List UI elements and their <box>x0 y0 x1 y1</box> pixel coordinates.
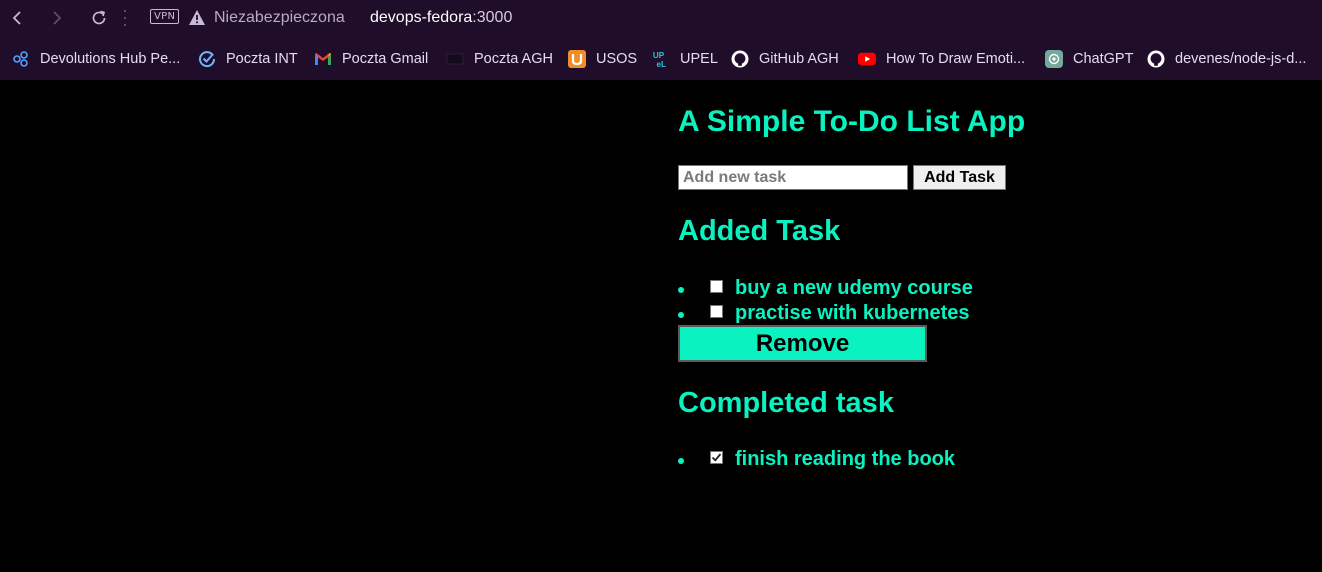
bookmark-poczta-gmail[interactable]: Poczta Gmail <box>314 50 428 68</box>
bookmark-devenes-repo[interactable]: devenes/node-js-d... <box>1147 50 1306 68</box>
back-button[interactable] <box>6 7 28 29</box>
gmail-icon <box>314 50 332 68</box>
add-task-button[interactable]: Add Task <box>913 165 1006 190</box>
browser-toolbar: VPN Niezabezpieczona devops-fedora:3000 <box>0 0 1322 38</box>
bookmark-devolutions[interactable]: Devolutions Hub Pe... <box>12 50 180 68</box>
forward-button[interactable] <box>46 7 68 29</box>
completed-task-heading: Completed task <box>678 387 894 419</box>
task-text: buy a new udemy course <box>735 277 973 299</box>
remove-button[interactable]: Remove <box>678 325 927 362</box>
list-item: finish reading the book <box>678 447 955 471</box>
chatgpt-icon <box>1045 50 1063 68</box>
bookmarks-bar: Devolutions Hub Pe... Poczta INT Poczta … <box>0 38 1322 80</box>
github-icon <box>1147 50 1165 68</box>
added-task-heading: Added Task <box>678 215 841 247</box>
bookmark-poczta-agh[interactable]: Poczta AGH <box>446 50 553 68</box>
upel-icon: UP eL <box>652 50 670 69</box>
forward-arrow-icon <box>53 11 62 25</box>
url-host: devops-fedora <box>370 9 473 26</box>
bookmark-label: devenes/node-js-d... <box>1175 51 1307 67</box>
svg-text:UP: UP <box>653 51 665 60</box>
bookmark-label: UPEL <box>680 51 718 67</box>
bookmark-label: Poczta Gmail <box>342 51 429 67</box>
bookmark-label: ChatGPT <box>1073 51 1134 67</box>
bullet <box>678 287 684 293</box>
agh-mail-icon <box>446 50 464 68</box>
task-checkbox[interactable] <box>710 280 723 293</box>
new-task-input[interactable] <box>678 165 908 190</box>
list-item: practise with kubernetes <box>678 301 970 325</box>
bookmark-label: Poczta INT <box>226 51 298 67</box>
reload-icon <box>92 10 106 25</box>
page-title: A Simple To-Do List App <box>678 105 1026 138</box>
svg-text:eL: eL <box>657 60 666 69</box>
bookmark-label: Poczta AGH <box>474 51 553 67</box>
warning-icon[interactable] <box>188 9 206 31</box>
bullet <box>678 312 684 318</box>
github-icon <box>731 50 749 68</box>
url-port: :3000 <box>472 9 513 26</box>
vpn-badge[interactable]: VPN <box>150 9 180 24</box>
back-arrow-icon <box>12 11 21 25</box>
bookmark-usos[interactable]: USOS <box>568 50 637 68</box>
toolbar-separator <box>123 10 127 26</box>
task-checkbox[interactable] <box>710 305 723 318</box>
task-text: practise with kubernetes <box>735 302 970 324</box>
youtube-icon <box>858 50 876 68</box>
bookmark-label: GitHub AGH <box>759 51 839 67</box>
bookmark-label: How To Draw Emoti... <box>886 51 1026 67</box>
bookmark-poczta-int[interactable]: Poczta INT <box>198 50 298 68</box>
list-item: buy a new udemy course <box>678 276 973 300</box>
bookmark-label: USOS <box>596 51 638 67</box>
bookmark-label: Devolutions Hub Pe... <box>40 51 181 67</box>
bullet <box>678 458 684 464</box>
check-circle-icon <box>198 50 216 68</box>
devolutions-icon <box>12 50 30 68</box>
checkmark-icon <box>711 453 722 462</box>
usos-icon <box>568 50 586 68</box>
task-text: finish reading the book <box>735 448 956 470</box>
reload-button[interactable] <box>88 7 110 29</box>
security-status[interactable]: Niezabezpieczona <box>214 9 345 27</box>
completed-task-checkbox[interactable] <box>710 451 723 464</box>
bookmark-youtube[interactable]: How To Draw Emoti... <box>858 50 1025 68</box>
bookmark-upel[interactable]: UP eL UPEL <box>652 50 718 69</box>
bookmark-chatgpt[interactable]: ChatGPT <box>1045 50 1133 68</box>
address-bar[interactable]: devops-fedora:3000 <box>370 9 512 27</box>
bookmark-github-agh[interactable]: GitHub AGH <box>731 50 839 68</box>
